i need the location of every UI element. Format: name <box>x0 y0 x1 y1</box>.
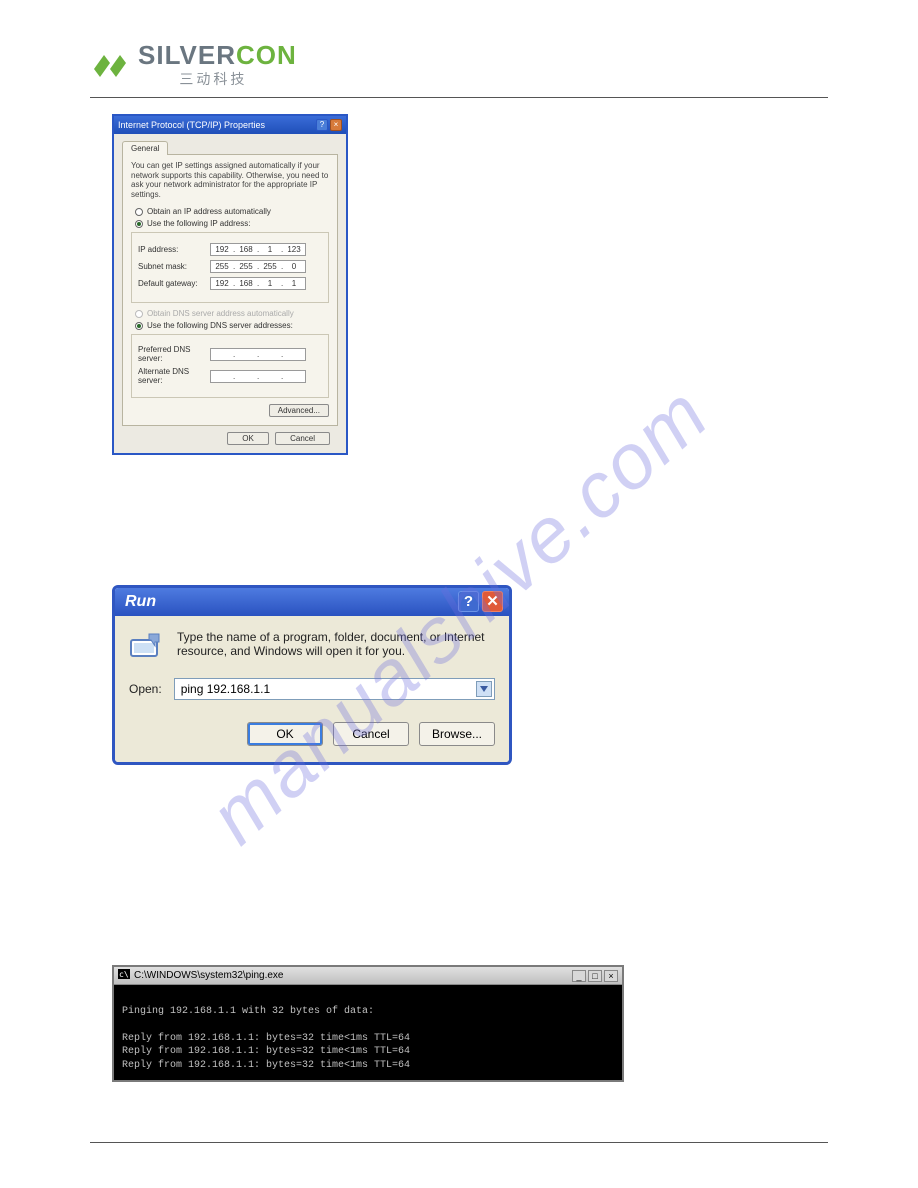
page-header: SILVERCON 三动科技 <box>90 40 828 98</box>
browse-button[interactable]: Browse... <box>419 722 495 746</box>
label-subnet-mask: Subnet mask: <box>138 262 210 271</box>
radio-obtain-ip[interactable]: Obtain an IP address automatically <box>135 207 329 216</box>
subnet-mask-input[interactable]: 255. 255. 255. 0 <box>210 260 306 273</box>
label-alternate-dns: Alternate DNS server: <box>138 367 210 385</box>
radio-label: Use the following DNS server addresses: <box>147 321 293 330</box>
preferred-dns-input[interactable]: . . . <box>210 348 306 361</box>
tcpip-titlebar: Internet Protocol (TCP/IP) Properties ? … <box>114 116 346 134</box>
chevron-down-icon[interactable] <box>476 681 492 697</box>
radio-icon <box>135 310 143 318</box>
radio-label: Obtain an IP address automatically <box>147 207 271 216</box>
console-output: Pinging 192.168.1.1 with 32 bytes of dat… <box>114 985 622 1080</box>
open-combobox[interactable]: ping 192.168.1.1 <box>174 678 495 700</box>
cancel-button[interactable]: Cancel <box>275 432 330 445</box>
console-title-text: C:\WINDOWS\system32\ping.exe <box>134 970 283 981</box>
label-preferred-dns: Preferred DNS server: <box>138 345 210 363</box>
run-description: Type the name of a program, folder, docu… <box>177 630 495 658</box>
ok-button[interactable]: OK <box>247 722 323 746</box>
help-icon[interactable]: ? <box>316 119 328 131</box>
label-ip-address: IP address: <box>138 245 210 254</box>
tcpip-description: You can get IP settings assigned automat… <box>131 161 329 199</box>
minimize-icon[interactable]: _ <box>572 970 586 982</box>
cancel-button[interactable]: Cancel <box>333 722 409 746</box>
tcpip-properties-dialog: Internet Protocol (TCP/IP) Properties ? … <box>112 114 348 455</box>
console-titlebar: c\ C:\WINDOWS\system32\ping.exe _ □ × <box>114 967 622 985</box>
command-prompt-window: c\ C:\WINDOWS\system32\ping.exe _ □ × Pi… <box>112 965 624 1082</box>
radio-label: Use the following IP address: <box>147 219 250 228</box>
ip-fieldset: IP address: 192. 168. 1. 123 Subnet mask… <box>131 232 329 303</box>
help-icon[interactable]: ? <box>458 591 479 612</box>
advanced-button[interactable]: Advanced... <box>269 404 329 417</box>
radio-use-dns[interactable]: Use the following DNS server addresses: <box>135 321 329 330</box>
tab-general[interactable]: General <box>122 141 168 155</box>
dns-fieldset: Preferred DNS server: . . . Alternate DN… <box>131 334 329 398</box>
run-program-icon <box>129 630 163 660</box>
brand-logo-text: SILVERCON 三动科技 <box>130 40 297 89</box>
alternate-dns-input[interactable]: . . . <box>210 370 306 383</box>
radio-icon <box>135 208 143 216</box>
cmd-icon: c\ <box>118 969 130 982</box>
ok-button[interactable]: OK <box>227 432 269 445</box>
maximize-icon[interactable]: □ <box>588 970 602 982</box>
ip-address-input[interactable]: 192. 168. 1. 123 <box>210 243 306 256</box>
run-title-text: Run <box>125 593 156 611</box>
page-footer-rule <box>90 1142 828 1143</box>
open-input-value: ping 192.168.1.1 <box>181 682 270 696</box>
default-gateway-input[interactable]: 192. 168. 1. 1 <box>210 277 306 290</box>
radio-use-ip[interactable]: Use the following IP address: <box>135 219 329 228</box>
close-icon[interactable]: × <box>604 970 618 982</box>
brand-subtitle: 三动科技 <box>179 69 247 89</box>
run-dialog: Run ? ✕ Type the name of a program, fold… <box>112 585 512 765</box>
radio-icon <box>135 322 143 330</box>
run-titlebar: Run ? ✕ <box>115 588 509 616</box>
label-default-gateway: Default gateway: <box>138 279 210 288</box>
close-icon[interactable]: × <box>330 119 342 131</box>
label-open: Open: <box>129 682 162 696</box>
radio-obtain-dns: Obtain DNS server address automatically <box>135 309 329 318</box>
radio-icon <box>135 220 143 228</box>
close-icon[interactable]: ✕ <box>482 591 503 612</box>
brand-name-part1: SILVER <box>138 40 236 70</box>
brand-name-part2: CON <box>236 40 297 70</box>
svg-text:c\: c\ <box>119 970 129 979</box>
brand-logo-icon <box>90 49 130 81</box>
tcpip-title-text: Internet Protocol (TCP/IP) Properties <box>118 120 265 130</box>
radio-label: Obtain DNS server address automatically <box>147 309 294 318</box>
